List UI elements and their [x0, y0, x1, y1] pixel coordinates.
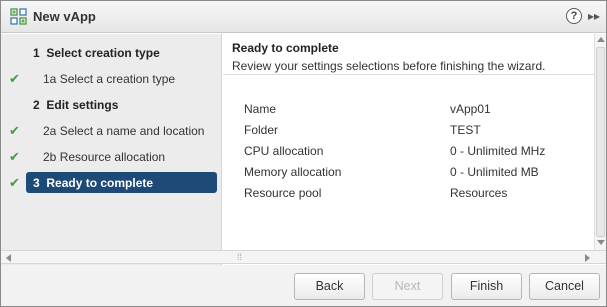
- step-label: 2b Resource allocation: [43, 150, 166, 164]
- help-icon[interactable]: ?: [566, 8, 582, 24]
- summary-key: Name: [244, 102, 277, 116]
- step-label: 1 Select creation type: [33, 46, 160, 60]
- scroll-right-icon[interactable]: [585, 254, 590, 262]
- step-label: 1a Select a creation type: [43, 72, 176, 86]
- step-3-ready-to-complete[interactable]: ✔ 3 Ready to complete: [1, 172, 222, 194]
- content-header: Ready to complete Review your settings s…: [223, 34, 594, 75]
- summary-key: CPU allocation: [244, 144, 324, 158]
- summary-row-name: Name vApp01: [244, 102, 584, 120]
- check-icon: ✔: [9, 123, 20, 138]
- vertical-scrollbar[interactable]: [594, 34, 606, 250]
- summary-row-cpu-allocation: CPU allocation 0 - Unlimited MHz: [244, 144, 584, 162]
- scroll-thumb[interactable]: [596, 47, 605, 237]
- check-icon: ✔: [9, 71, 20, 86]
- vapp-icon: [10, 8, 27, 25]
- step-2a-select-name-and-location[interactable]: ✔ 2a Select a name and location: [1, 120, 222, 142]
- summary-key: Memory allocation: [244, 165, 342, 179]
- summary-value: vApp01: [450, 102, 491, 116]
- check-icon: ✔: [9, 149, 20, 164]
- back-button[interactable]: Back: [294, 273, 365, 300]
- step-label: 3 Ready to complete: [33, 176, 154, 190]
- title-bar: New vApp ? ▸▸: [1, 1, 606, 33]
- page-title: Ready to complete: [232, 41, 339, 55]
- scroll-up-icon[interactable]: [597, 37, 605, 42]
- dialog-footer: Back Next Finish Cancel: [1, 265, 606, 306]
- summary-row-folder: Folder TEST: [244, 123, 584, 141]
- summary-value: Resources: [450, 186, 508, 200]
- summary-value: TEST: [450, 123, 481, 137]
- scroll-down-icon[interactable]: [597, 240, 605, 245]
- summary-key: Resource pool: [244, 186, 322, 200]
- step-2b-resource-allocation[interactable]: ✔ 2b Resource allocation: [1, 146, 222, 168]
- expand-icon[interactable]: ▸▸: [588, 7, 602, 25]
- step-1a-select-a-creation-type[interactable]: ✔ 1a Select a creation type: [1, 68, 222, 90]
- dialog-title: New vApp: [33, 9, 96, 24]
- content-pane: Ready to complete Review your settings s…: [223, 34, 594, 250]
- step-label: 2 Edit settings: [33, 98, 119, 112]
- new-vapp-dialog: New vApp ? ▸▸ 1 Select creation type ✔ 1…: [0, 0, 607, 307]
- summary-row-resource-pool: Resource pool Resources: [244, 186, 584, 204]
- wizard-steps-nav: 1 Select creation type ✔ 1a Select a cre…: [1, 34, 222, 265]
- check-icon: ✔: [9, 175, 20, 190]
- scroll-left-icon[interactable]: [6, 254, 11, 262]
- step-2-edit-settings[interactable]: 2 Edit settings: [1, 94, 222, 116]
- cancel-button[interactable]: Cancel: [529, 273, 600, 300]
- finish-button[interactable]: Finish: [451, 273, 522, 300]
- summary-value: 0 - Unlimited MB: [450, 165, 539, 179]
- step-label: 2a Select a name and location: [43, 124, 205, 138]
- summary-row-memory-allocation: Memory allocation 0 - Unlimited MB: [244, 165, 584, 183]
- step-1-select-creation-type[interactable]: 1 Select creation type: [1, 42, 222, 64]
- summary-key: Folder: [244, 123, 279, 137]
- summary-value: 0 - Unlimited MHz: [450, 144, 546, 158]
- grip-icon[interactable]: ⁞⁞: [237, 252, 242, 262]
- next-button[interactable]: Next: [372, 273, 443, 300]
- horizontal-scrollbar[interactable]: ⁞⁞: [1, 250, 606, 264]
- page-subtitle: Review your settings selections before f…: [232, 59, 546, 73]
